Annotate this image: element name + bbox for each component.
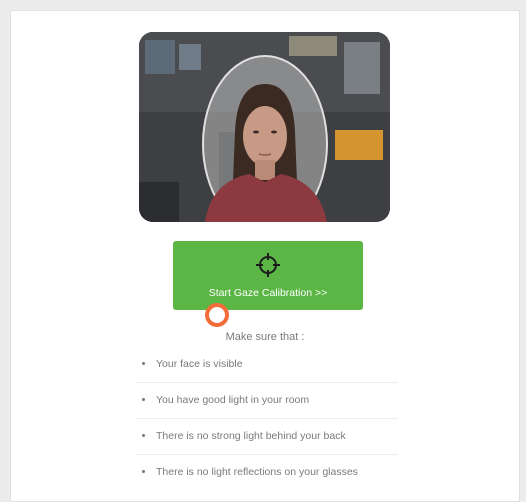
webcam-frame xyxy=(139,32,390,222)
calibration-page: Start Gaze Calibration >> Make sure that… xyxy=(10,10,520,502)
crosshair-icon xyxy=(256,253,280,277)
list-item: There is no strong light behind your bac… xyxy=(136,419,398,455)
list-item: There is no light reflections on your gl… xyxy=(136,455,398,490)
webcam-preview xyxy=(139,32,390,222)
bullet-icon xyxy=(142,398,145,401)
list-item: You have good light in your room xyxy=(136,383,398,419)
instructions-checklist: Your face is visible You have good light… xyxy=(136,347,398,490)
bullet-icon xyxy=(142,434,145,437)
cursor-marker-icon xyxy=(205,303,229,327)
bullet-icon xyxy=(142,470,145,473)
start-gaze-calibration-button[interactable]: Start Gaze Calibration >> xyxy=(173,241,363,310)
list-item: Your face is visible xyxy=(136,347,398,383)
instructions-title: Make sure that : xyxy=(225,331,305,343)
bullet-icon xyxy=(142,362,145,365)
start-button-label: Start Gaze Calibration >> xyxy=(208,287,328,299)
